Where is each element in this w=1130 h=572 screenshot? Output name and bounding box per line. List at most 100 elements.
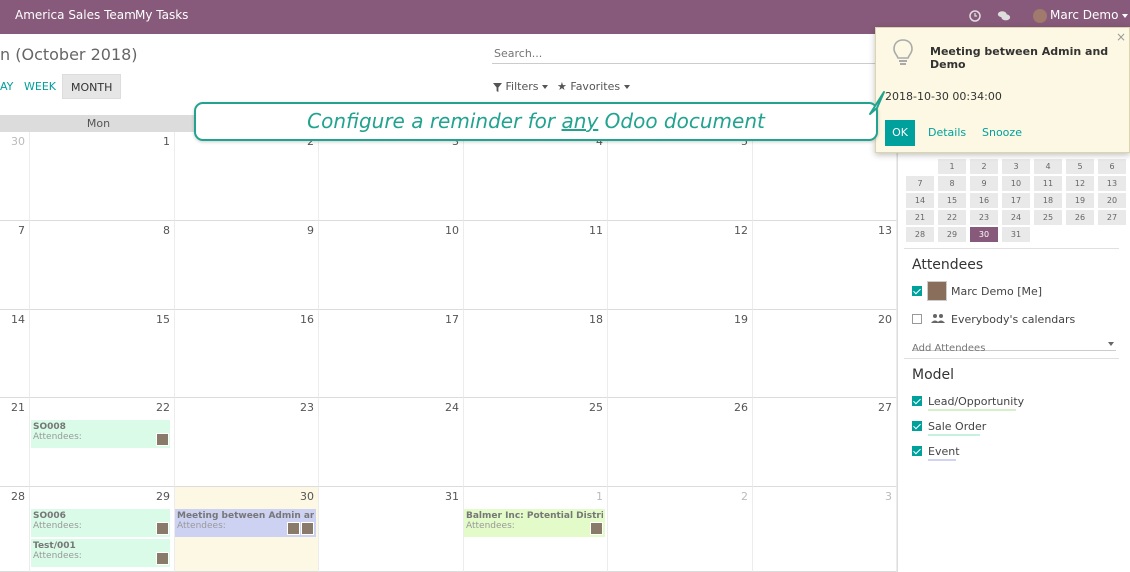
mini-calendar-day[interactable]: 24 xyxy=(1002,210,1030,225)
details-link[interactable]: Details xyxy=(928,126,966,139)
calendar-day-cell[interactable]: 3 xyxy=(319,132,464,221)
calendar-day-cell[interactable]: 20 xyxy=(753,310,897,398)
mini-calendar-day[interactable]: 6 xyxy=(1098,159,1126,174)
mini-calendar-day[interactable]: 16 xyxy=(970,193,998,208)
calendar-event[interactable]: Meeting between Admin and Der Attendees: xyxy=(175,509,316,537)
mini-calendar-day[interactable]: 12 xyxy=(1066,176,1094,191)
chevron-down-icon xyxy=(624,85,631,89)
mini-calendar-day[interactable]: 7 xyxy=(906,176,934,191)
mini-calendar-day[interactable]: 8 xyxy=(938,176,966,191)
search-bar[interactable] xyxy=(492,44,877,64)
calendar-day-cell[interactable]: 27 xyxy=(753,398,897,487)
callout-text-after: Odoo document xyxy=(598,109,765,133)
calendar-day-cell[interactable]: 2 xyxy=(175,132,319,221)
calendar-day-cell[interactable]: 26 xyxy=(608,398,753,487)
mini-calendar-day[interactable]: 23 xyxy=(970,210,998,225)
chat-icon[interactable] xyxy=(997,9,1011,23)
day-number: 30 xyxy=(300,490,314,503)
mini-calendar-day[interactable]: 27 xyxy=(1098,210,1126,225)
month-view-button[interactable]: MONTH xyxy=(62,74,122,99)
calendar-day-cell[interactable]: 17 xyxy=(319,310,464,398)
mini-calendar-day[interactable]: 18 xyxy=(1034,193,1062,208)
mini-calendar-day[interactable]: 19 xyxy=(1066,193,1094,208)
mini-calendar-day[interactable]: 28 xyxy=(906,227,934,242)
menu-my-tasks[interactable]: My Tasks xyxy=(135,0,188,34)
calendar-day-cell[interactable]: 7 xyxy=(0,221,30,310)
filters-dropdown[interactable]: Filters xyxy=(493,80,549,93)
calendar-day-cell[interactable]: 1 xyxy=(30,132,175,221)
calendar-day-cell[interactable]: 2 xyxy=(608,487,753,572)
ok-button[interactable]: OK xyxy=(885,120,915,146)
mini-calendar-day[interactable]: 31 xyxy=(1002,227,1030,242)
page-title: n (October 2018) xyxy=(0,45,138,64)
calendar-day-cell[interactable]: 3 xyxy=(753,487,897,572)
close-icon[interactable]: × xyxy=(1116,30,1126,44)
mini-calendar-day[interactable]: 9 xyxy=(970,176,998,191)
avatar xyxy=(590,522,603,535)
mini-calendar-day[interactable]: 17 xyxy=(1002,193,1030,208)
mini-calendar-day[interactable]: 2 xyxy=(970,159,998,174)
model-checkbox-lead[interactable] xyxy=(912,396,922,406)
mini-calendar-day[interactable]: 10 xyxy=(1002,176,1030,191)
model-checkbox-event[interactable] xyxy=(912,446,922,456)
everybody-checkbox[interactable] xyxy=(912,314,922,324)
calendar-day-cell[interactable]: 8 xyxy=(30,221,175,310)
calendar-day-cell[interactable]: 5 xyxy=(608,132,753,221)
calendar-day-cell[interactable]: 21 xyxy=(0,398,30,487)
mini-calendar-day[interactable]: 26 xyxy=(1066,210,1094,225)
calendar-day-cell[interactable]: 30 xyxy=(0,132,30,221)
calendar-day-cell[interactable]: 31 xyxy=(319,487,464,572)
model-checkbox-sale-order[interactable] xyxy=(912,421,922,431)
mini-calendar-day[interactable]: 21 xyxy=(906,210,934,225)
star-icon: ★ xyxy=(557,80,567,93)
attendee-checkbox-me[interactable] xyxy=(912,286,922,296)
mini-calendar-day[interactable]: 11 xyxy=(1034,176,1062,191)
day-number: 21 xyxy=(11,401,25,414)
calendar-day-cell[interactable]: 16 xyxy=(175,310,319,398)
avatar xyxy=(927,281,947,301)
mini-calendar-day[interactable]: 4 xyxy=(1034,159,1062,174)
clock-icon[interactable] xyxy=(968,9,982,23)
calendar-day-cell[interactable]: 9 xyxy=(175,221,319,310)
calendar-day-cell[interactable]: 15 xyxy=(30,310,175,398)
add-attendees-field[interactable] xyxy=(912,336,1116,354)
favorites-dropdown[interactable]: ★ Favorites xyxy=(557,80,631,93)
mini-calendar-day[interactable]: 1 xyxy=(938,159,966,174)
calendar-day-cell[interactable]: 11 xyxy=(464,221,608,310)
calendar-day-cell[interactable]: 18 xyxy=(464,310,608,398)
add-attendees-input[interactable] xyxy=(912,343,1102,354)
favorites-label: Favorites xyxy=(570,80,621,93)
week-view-button[interactable]: WEEK xyxy=(16,74,64,99)
user-menu[interactable]: Marc Demo xyxy=(1033,6,1129,26)
calendar-event[interactable]: Balmer Inc: Potential Distributor Attend… xyxy=(464,509,605,537)
calendar-day-cell[interactable]: 24 xyxy=(319,398,464,487)
mini-calendar-day[interactable]: 13 xyxy=(1098,176,1126,191)
calendar-day-cell[interactable]: 28 xyxy=(0,487,30,572)
mini-calendar-day[interactable]: 3 xyxy=(1002,159,1030,174)
snooze-link[interactable]: Snooze xyxy=(982,126,1022,139)
calendar-event[interactable]: Test/001 Attendees: xyxy=(31,539,170,567)
calendar-event[interactable]: SO008 Attendees: xyxy=(31,420,170,448)
mini-calendar-day[interactable]: 25 xyxy=(1034,210,1062,225)
menu-america-sales-team[interactable]: America Sales Team xyxy=(15,0,136,34)
calendar-day-cell[interactable]: 10 xyxy=(319,221,464,310)
calendar-day-cell[interactable]: 25 xyxy=(464,398,608,487)
day-number: 9 xyxy=(307,224,314,237)
calendar-day-cell[interactable]: 12 xyxy=(608,221,753,310)
mini-calendar-day[interactable]: 20 xyxy=(1098,193,1126,208)
calendar-day-cell[interactable]: 4 xyxy=(464,132,608,221)
calendar-day-cell[interactable]: 23 xyxy=(175,398,319,487)
search-input[interactable] xyxy=(492,46,877,61)
calendar-day-cell[interactable]: 19 xyxy=(608,310,753,398)
mini-calendar-day[interactable]: 22 xyxy=(938,210,966,225)
calendar-day-cell[interactable]: 14 xyxy=(0,310,30,398)
calendar-day-cell[interactable]: 13 xyxy=(753,221,897,310)
mini-calendar-day[interactable]: 14 xyxy=(906,193,934,208)
calendar-event[interactable]: SO006 Attendees: xyxy=(31,509,170,537)
day-number: 1 xyxy=(163,135,170,148)
mini-calendar-day[interactable]: 15 xyxy=(938,193,966,208)
mini-calendar-day[interactable]: 30 xyxy=(970,227,998,242)
callout-text-emphasis: any xyxy=(561,109,599,133)
mini-calendar-day[interactable]: 29 xyxy=(938,227,966,242)
mini-calendar-day[interactable]: 5 xyxy=(1066,159,1094,174)
